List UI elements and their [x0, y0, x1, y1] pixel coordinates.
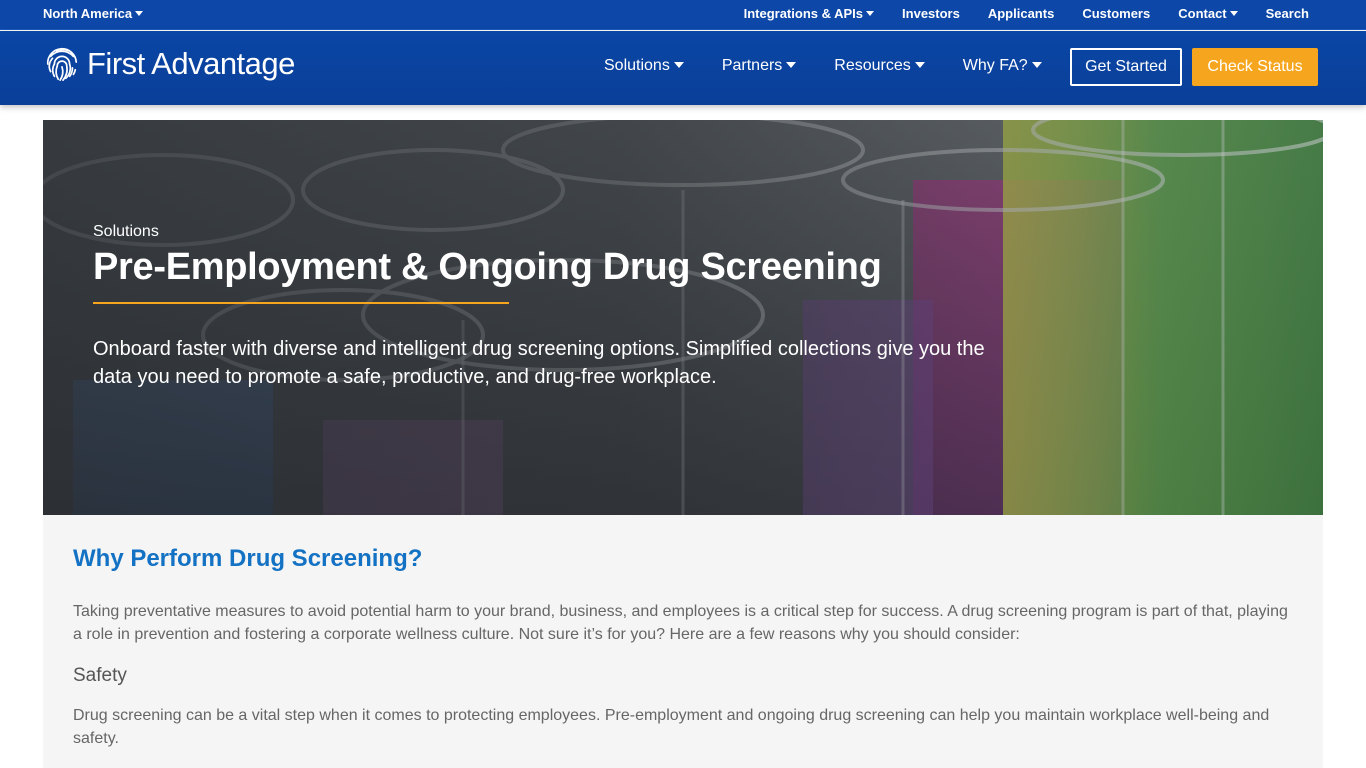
intro-paragraph: Taking preventative measures to avoid po…: [73, 603, 1288, 643]
region-label: North America: [43, 6, 133, 21]
nav-solutions[interactable]: Solutions: [604, 57, 684, 75]
utility-link-contact[interactable]: Contact: [1178, 6, 1238, 21]
safety-heading: Safety: [73, 665, 127, 686]
chevron-down-icon: [1031, 62, 1042, 68]
utility-link-search[interactable]: Search: [1266, 6, 1309, 21]
utility-link-label: Contact: [1178, 6, 1227, 21]
chevron-down-icon: [786, 62, 797, 68]
section-heading: Why Perform Drug Screening?: [73, 545, 423, 572]
main-header: First Advantage Solutions Partners Resou…: [0, 31, 1366, 105]
region-selector[interactable]: North America: [43, 6, 144, 21]
page-title: Pre-Employment & Ongoing Drug Screening: [93, 246, 882, 288]
safety-paragraph: Drug screening can be a vital step when …: [73, 707, 1270, 747]
chevron-down-icon: [135, 11, 144, 16]
nav-label: Resources: [834, 57, 911, 74]
title-underline: [93, 302, 509, 304]
hero-lead: Onboard faster with diverse and intellig…: [93, 338, 985, 388]
nav-label: Solutions: [604, 57, 670, 74]
nav-label: Partners: [721, 57, 783, 74]
check-status-button[interactable]: Check Status: [1192, 48, 1318, 86]
hero-eyebrow: Solutions: [93, 223, 159, 240]
chevron-down-icon: [866, 11, 875, 16]
utility-nav: Integrations & APIs Investors Applicants…: [716, 6, 1309, 21]
hero-banner: Solutions Pre-Employment & Ongoing Drug …: [43, 120, 1323, 515]
utility-link-label: Integrations & APIs: [743, 6, 864, 21]
nav-why-fa[interactable]: Why FA?: [963, 57, 1042, 75]
nav-resources[interactable]: Resources: [834, 57, 925, 75]
get-started-button[interactable]: Get Started: [1070, 48, 1182, 86]
content-section: Why Perform Drug Screening? Taking preve…: [43, 515, 1323, 768]
chevron-down-icon: [1229, 11, 1238, 16]
utility-bar: North America Integrations & APIs Invest…: [0, 0, 1366, 30]
hero-overlay: [43, 120, 1323, 515]
main-nav: Solutions Partners Resources Why FA?: [604, 57, 1080, 75]
brand-name: First Advantage: [87, 46, 295, 81]
logo[interactable]: First Advantage: [43, 44, 295, 84]
chevron-down-icon: [673, 62, 684, 68]
fingerprint-icon: [46, 47, 78, 82]
utility-link-integrations[interactable]: Integrations & APIs: [743, 6, 875, 21]
chevron-down-icon: [914, 62, 925, 68]
nav-partners[interactable]: Partners: [721, 57, 797, 75]
utility-link-investors[interactable]: Investors: [902, 6, 960, 21]
utility-link-customers[interactable]: Customers: [1082, 6, 1150, 21]
nav-label: Why FA?: [962, 57, 1028, 74]
utility-link-applicants[interactable]: Applicants: [988, 6, 1054, 21]
